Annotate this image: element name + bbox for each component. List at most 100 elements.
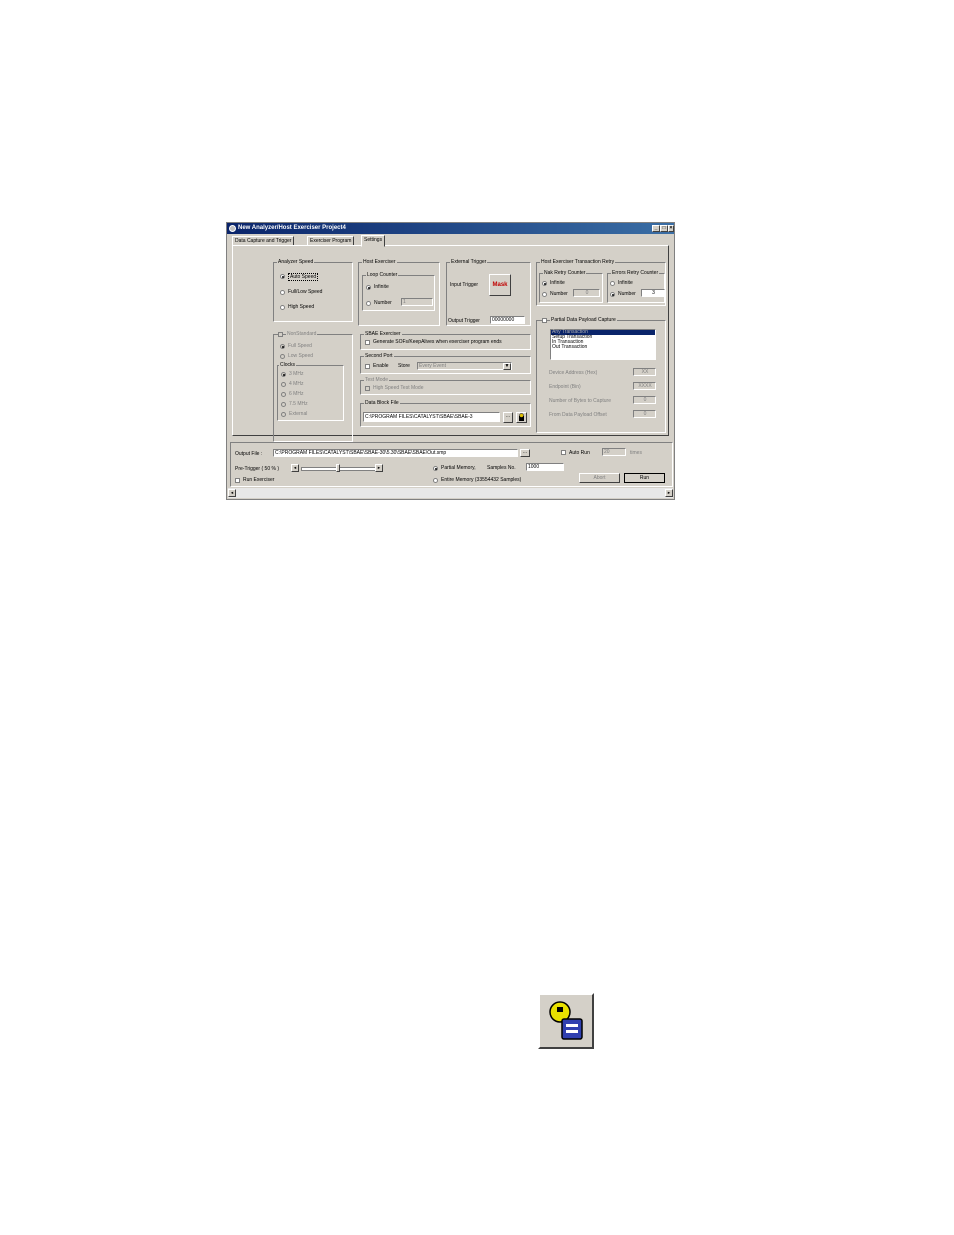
clock-4mhz-radio[interactable]	[281, 382, 286, 387]
nonstandard-checkbox[interactable]	[278, 332, 283, 337]
errors-infinite-radio[interactable]	[610, 281, 615, 286]
samples-no-field[interactable]: 1000	[526, 463, 564, 471]
test-mode-group: Test Mode High Speed Test Mode	[360, 377, 531, 395]
low-speed-radio[interactable]	[280, 354, 285, 359]
pre-trigger-slider-thumb[interactable]	[335, 464, 340, 472]
store-label: Store	[398, 363, 410, 369]
title-bar: New Analyzer/Host Exerciser Project4 _ □…	[227, 223, 674, 234]
nak-number-field[interactable]: 0	[573, 289, 600, 297]
full-speed-radio[interactable]	[280, 344, 285, 349]
file-lock-icon	[519, 413, 524, 421]
partial-payload-group: Partial Data Payload Capture Any Transac…	[536, 317, 666, 433]
loop-number-field[interactable]: 1	[401, 298, 433, 306]
store-dropdown-icon[interactable]: ▼	[503, 363, 511, 370]
scroll-left-button[interactable]: ◄	[228, 489, 236, 497]
application-window: New Analyzer/Host Exerciser Project4 _ □…	[226, 222, 675, 500]
list-item[interactable]: Out Transaction	[551, 345, 655, 350]
auto-run-label: Auto Run	[569, 450, 590, 456]
external-trigger-title: External Trigger	[450, 259, 488, 265]
data-block-file-toolbar-button[interactable]	[538, 993, 594, 1049]
nak-number-radio[interactable]	[542, 292, 547, 297]
nak-number-label: Number	[550, 291, 568, 297]
high-speed-label: High Speed	[288, 304, 315, 310]
clock-7-5mhz-radio[interactable]	[281, 402, 286, 407]
data-block-file-icon[interactable]	[516, 412, 527, 423]
bottom-section: Output File : C:\PROGRAM FILES\CATALYST\…	[230, 442, 673, 487]
endpoint-field[interactable]: XXXX	[633, 382, 656, 390]
abort-button[interactable]: Abort	[579, 473, 620, 483]
store-select[interactable]: Every Event	[417, 362, 512, 370]
high-speed-test-label: High Speed Test Mode	[373, 385, 424, 391]
input-trigger-label: Input Trigger	[450, 282, 479, 288]
high-speed-radio[interactable]	[280, 305, 285, 310]
auto-speed-radio[interactable]	[280, 274, 285, 279]
output-file-field[interactable]: C:\PROGRAM FILES\CATALYST\SBAE\SBAE-30\5…	[273, 449, 518, 457]
window-title: New Analyzer/Host Exerciser Project4	[238, 225, 346, 231]
maximize-button[interactable]: □	[660, 225, 668, 232]
errors-number-radio[interactable]	[610, 292, 615, 297]
offset-field[interactable]: 0	[633, 410, 656, 418]
minimize-button[interactable]: _	[652, 225, 660, 232]
external-trigger-group: External Trigger Input Trigger Mask Outp…	[446, 259, 531, 326]
clock-3mhz-radio[interactable]	[281, 372, 286, 377]
low-speed-label: Low Speed	[288, 353, 314, 359]
horizontal-scrollbar[interactable]: ◄ ►	[228, 488, 673, 498]
output-file-browse-button[interactable]: ...	[520, 449, 530, 457]
tab-settings[interactable]: Settings	[361, 235, 386, 247]
data-block-group: Data Block File C:\PROGRAM FILES\CATALYS…	[360, 400, 531, 427]
full-low-speed-label: Full/Low Speed	[288, 289, 323, 295]
pre-trigger-left-button[interactable]: ◄	[291, 464, 299, 472]
output-file-label: Output File :	[235, 451, 263, 457]
full-low-speed-radio[interactable]	[280, 290, 285, 295]
mask-button[interactable]: Mask	[489, 274, 511, 296]
errors-retry-title: Errors Retry Counter	[611, 270, 660, 276]
entire-memory-radio[interactable]	[433, 478, 438, 483]
partial-payload-label: Partial Data Payload Capture	[550, 317, 617, 323]
device-address-field[interactable]: XX	[633, 368, 656, 376]
auto-run-checkbox[interactable]	[561, 450, 566, 455]
num-bytes-field[interactable]: 0	[633, 396, 656, 404]
clock-external-radio[interactable]	[281, 412, 286, 417]
partial-memory-radio[interactable]	[433, 466, 438, 471]
nak-infinite-radio[interactable]	[542, 281, 547, 286]
run-exerciser-checkbox[interactable]	[235, 478, 240, 483]
loop-infinite-radio[interactable]	[366, 285, 371, 290]
run-button[interactable]: Run	[624, 473, 665, 483]
generate-sofs-label: Generate SOFs/KeepAlives when exerciser …	[373, 339, 502, 345]
close-button[interactable]: ×	[668, 225, 674, 232]
clocks-title: Clocks	[279, 362, 297, 368]
analyzer-speed-group: Analyzer Speed Auto Speed Full/Low Speed…	[273, 259, 353, 322]
second-port-group: Second Port Enable Store Every Event ▼	[360, 353, 531, 374]
clock-3mhz-label: 3 MHz	[289, 371, 304, 377]
generate-sofs-checkbox[interactable]	[365, 340, 370, 345]
nonstandard-group: NonStandard Full Speed Low Speed Clocks …	[273, 331, 353, 442]
clocks-group: Clocks 3 MHz 4 MHz 6 MHz 7.5 MHz Externa…	[277, 362, 344, 421]
nak-retry-group: Nak Retry Counter Infinite Number 0	[539, 270, 603, 303]
clock-6mhz-radio[interactable]	[281, 392, 286, 397]
data-block-path-field[interactable]: C:\PROGRAM FILES\CATALYST\SBAE\SBAE-3	[363, 412, 500, 422]
run-exerciser-label: Run Exerciser	[243, 477, 275, 483]
partial-payload-checkbox[interactable]	[542, 318, 547, 323]
loop-number-radio[interactable]	[366, 301, 371, 306]
num-bytes-label: Number of Bytes to Capture	[549, 398, 611, 404]
data-block-browse-button[interactable]: ...	[503, 412, 513, 423]
times-label: times	[630, 450, 642, 456]
app-icon[interactable]	[229, 225, 236, 232]
auto-run-field[interactable]: 20	[602, 448, 626, 456]
errors-infinite-label: Infinite	[618, 280, 633, 286]
pre-trigger-right-button[interactable]: ►	[375, 464, 383, 472]
partial-memory-label: Partial Memory,	[441, 465, 476, 471]
transaction-retry-title: Host Exerciser Transaction Retry	[540, 259, 616, 265]
high-speed-test-checkbox[interactable]	[365, 386, 370, 391]
output-trigger-field[interactable]: 00000000	[490, 316, 525, 324]
errors-number-label: Number	[618, 291, 636, 297]
device-address-label: Device Address (Hex)	[549, 370, 598, 376]
transaction-type-list[interactable]: Any Transaction Setup Transaction In Tra…	[550, 329, 656, 360]
output-trigger-label: Output Trigger	[448, 318, 480, 324]
errors-number-field[interactable]: 3	[641, 289, 665, 297]
scroll-right-button[interactable]: ►	[665, 489, 673, 497]
loop-number-label: Number	[374, 300, 392, 306]
second-port-enable-checkbox[interactable]	[365, 364, 370, 369]
data-block-title: Data Block File	[364, 400, 400, 406]
nonstandard-label: NonStandard	[286, 331, 318, 337]
